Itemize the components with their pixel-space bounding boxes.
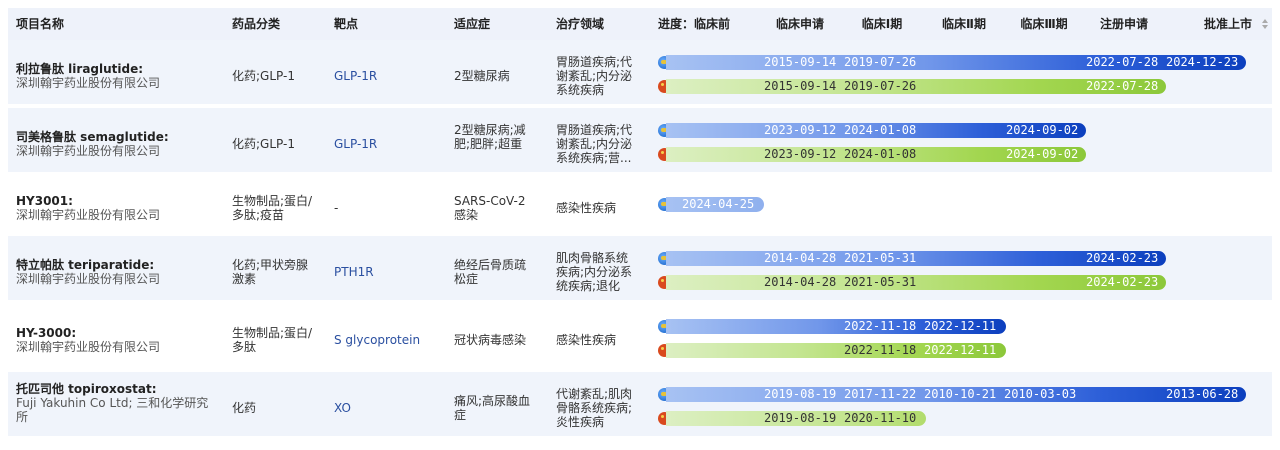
date-label: 2015-09-14 — [764, 79, 837, 93]
project-org: Fuji Yakuhin Co Ltd; 三和化学研究所 — [16, 396, 209, 424]
header-stage-phase3: 临床Ⅲ期 — [1020, 17, 1068, 31]
table-row[interactable]: 特立帕肽 teriparatide: 深圳翰宇药业股份有限公司 化药;甲状旁腺激… — [8, 236, 1272, 300]
date-label: 2019-07-26 — [844, 55, 917, 69]
table-row[interactable]: 托匹司他 topiroxostat: Fuji Yakuhin Co Ltd; … — [8, 372, 1272, 436]
project-name[interactable]: 司美格鲁肽 semaglutide: — [16, 130, 169, 144]
project-name[interactable]: 利拉鲁肽 liraglutide: — [16, 62, 143, 76]
date-label: 2024-01-08 — [844, 147, 917, 161]
target-link[interactable]: S glycoprotein — [334, 333, 420, 347]
date-label: 2014-04-28 — [764, 275, 837, 289]
date-label: 2024-04-25 — [682, 197, 755, 211]
date-label: 2022-07-28 — [1086, 79, 1159, 93]
drug-category: 生物制品;蛋白/多肽;疫苗 — [232, 194, 313, 222]
therapy-area: 肌肉骨骼系统疾病;内分泌系统疾病;退化 — [556, 251, 633, 293]
header-indication[interactable]: 适应症 — [454, 8, 490, 40]
date-label: 2021-05-31 — [844, 251, 917, 265]
header-stage-nda: 注册申请 — [1099, 17, 1148, 31]
header-stage-phase1: 临床Ⅰ期 — [861, 17, 903, 31]
indication: 冠状病毒感染 — [454, 333, 527, 347]
date-label: 2024-09-02 — [1006, 123, 1079, 137]
date-label: 2023-09-12 — [764, 147, 837, 161]
drug-category: 化药 — [232, 401, 257, 415]
date-label: 2019-08-19 — [764, 411, 837, 425]
target-link[interactable]: GLP-1R — [334, 69, 377, 83]
project-org: 深圳翰宇药业股份有限公司 — [16, 144, 161, 158]
project-name[interactable]: 托匹司他 topiroxostat: — [16, 382, 157, 396]
drug-category: 化药;GLP-1 — [232, 137, 295, 151]
project-org: 深圳翰宇药业股份有限公司 — [16, 272, 161, 286]
therapy-area: 感染性疾病 — [556, 201, 617, 215]
date-label: 2024-12-23 — [1166, 55, 1239, 69]
indication: 2型糖尿病 — [454, 69, 510, 83]
header-stage-phase2: 临床Ⅱ期 — [942, 17, 986, 31]
therapy-area: 感染性疾病 — [556, 333, 617, 347]
therapy-area: 胃肠道疾病;代谢紊乱;内分泌系统疾病;营... — [556, 123, 633, 165]
indication: 痛风;高尿酸血症 — [454, 394, 531, 422]
date-label: 2020-11-10 — [844, 411, 917, 425]
header-project-name[interactable]: 项目名称 — [16, 8, 64, 40]
global-progress-bar[interactable] — [666, 55, 1246, 70]
date-label: 2023-09-12 — [764, 123, 837, 137]
header-stage-preclinical: 进度：临床前 — [658, 17, 731, 31]
date-label: 2024-02-23 — [1086, 251, 1159, 265]
target-link: - — [334, 201, 339, 215]
drug-category: 化药;甲状旁腺激素 — [232, 258, 309, 286]
target-link[interactable]: GLP-1R — [334, 137, 377, 151]
date-label: 2022-11-18 — [844, 319, 917, 333]
target-link[interactable]: PTH1R — [334, 265, 374, 279]
indication: 绝经后骨质疏松症 — [454, 258, 527, 286]
date-label: 2024-02-23 — [1086, 275, 1159, 289]
date-label: 2022-11-18 — [844, 343, 917, 357]
project-org: 深圳翰宇药业股份有限公司 — [16, 208, 161, 222]
project-name[interactable]: HY3001: — [16, 194, 73, 208]
date-label: 2022-12-11 — [924, 343, 997, 357]
date-label: 2021-05-31 — [844, 275, 917, 289]
table-header: 项目名称 药品分类 靶点 适应症 治疗领域 进度：临床前 临床申请 临床Ⅰ期 临… — [8, 8, 1272, 40]
therapy-area: 胃肠道疾病;代谢紊乱;内分泌系统疾病 — [556, 55, 633, 97]
therapy-area: 代谢紊乱;肌肉骨骼系统疾病;炎性疾病 — [556, 387, 633, 429]
pipeline-table: 项目名称 药品分类 靶点 适应症 治疗领域 进度：临床前 临床申请 临床Ⅰ期 临… — [8, 8, 1272, 436]
header-target[interactable]: 靶点 — [334, 8, 358, 40]
sort-icon[interactable] — [1262, 19, 1268, 29]
date-label: 2024-01-08 — [844, 123, 917, 137]
drug-category: 生物制品;蛋白/多肽 — [232, 326, 313, 354]
indication: SARS-CoV-2感染 — [454, 194, 526, 222]
date-label: 2022-07-28 — [1086, 55, 1159, 69]
target-link[interactable]: XO — [334, 401, 351, 415]
project-org: 深圳翰宇药业股份有限公司 — [16, 340, 161, 354]
project-name[interactable]: HY-3000: — [16, 326, 76, 340]
table-row[interactable]: HY-3000: 深圳翰宇药业股份有限公司 生物制品;蛋白/多肽 S glyco… — [8, 304, 1272, 368]
table-row[interactable]: 利拉鲁肽 liraglutide: 深圳翰宇药业股份有限公司 化药;GLP-1 … — [8, 40, 1272, 104]
date-label: 2019-07-26 — [844, 79, 917, 93]
indication: 2型糖尿病;减肥;肥胖;超重 — [454, 123, 526, 151]
date-label: 2010-10-21 — [924, 387, 997, 401]
date-label: 2014-04-28 — [764, 251, 837, 265]
date-label: 2024-09-02 — [1006, 147, 1079, 161]
project-org: 深圳翰宇药业股份有限公司 — [16, 76, 161, 90]
date-label: 2010-03-03 — [1004, 387, 1077, 401]
header-drug-category[interactable]: 药品分类 — [232, 8, 280, 40]
header-stage-approved[interactable]: 批准上市 — [1204, 8, 1252, 40]
date-label: 2015-09-14 — [764, 55, 837, 69]
date-label: 2017-11-22 — [844, 387, 917, 401]
project-name[interactable]: 特立帕肽 teriparatide: — [16, 258, 154, 272]
header-stage-ind: 临床申请 — [775, 17, 824, 31]
date-label: 2013-06-28 — [1166, 387, 1239, 401]
date-label: 2019-08-19 — [764, 387, 837, 401]
table-row[interactable]: 司美格鲁肽 semaglutide: 深圳翰宇药业股份有限公司 化药;GLP-1… — [8, 108, 1272, 172]
drug-category: 化药;GLP-1 — [232, 69, 295, 83]
table-row[interactable]: HY3001: 深圳翰宇药业股份有限公司 生物制品;蛋白/多肽;疫苗 - SAR… — [8, 172, 1272, 236]
header-therapy-area[interactable]: 治疗领域 — [556, 8, 604, 40]
date-label: 2022-12-11 — [924, 319, 997, 333]
